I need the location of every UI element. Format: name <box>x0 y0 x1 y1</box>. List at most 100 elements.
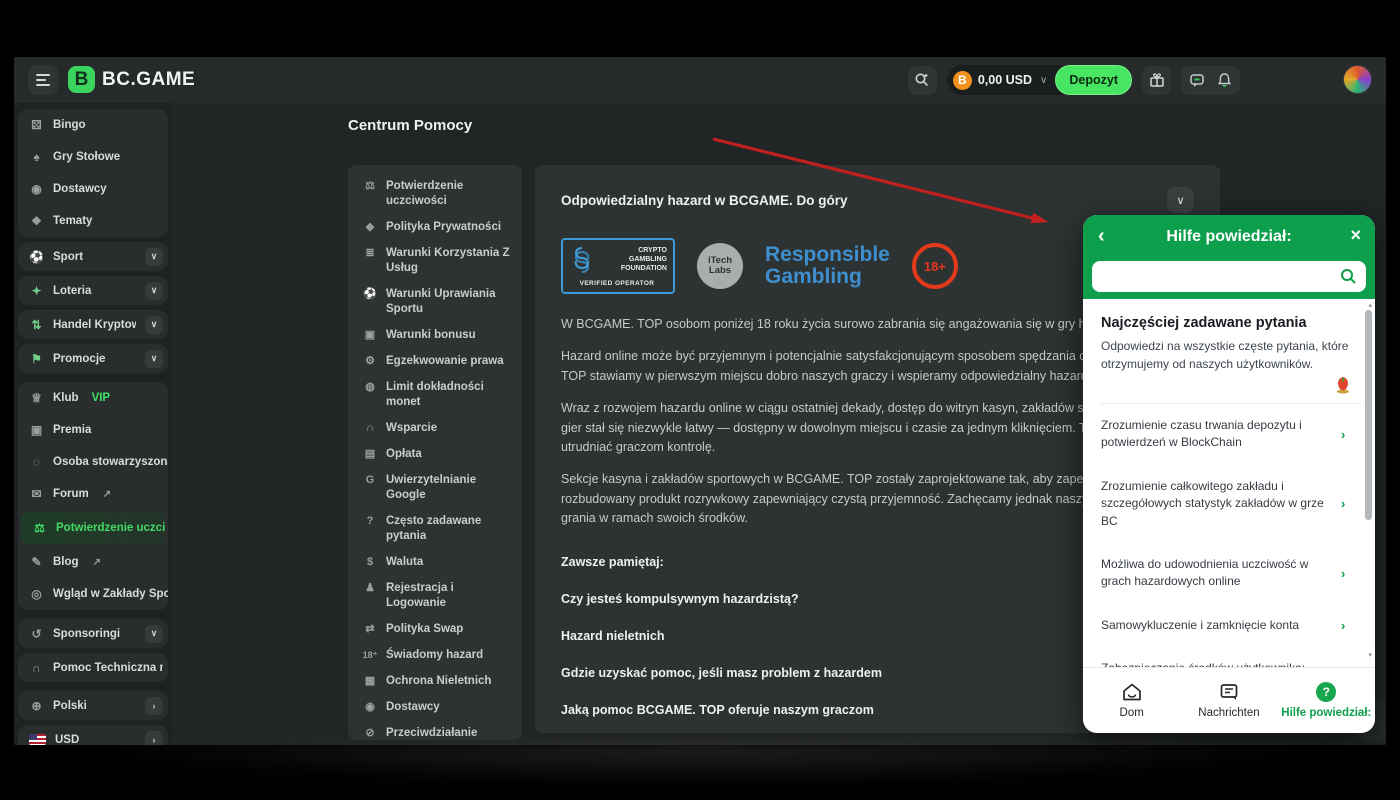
chat-search-bar <box>1092 261 1366 292</box>
coin-icon: ◍ <box>365 381 375 393</box>
faq-item[interactable]: Samowykluczenie i zamknięcie konta › <box>1101 604 1361 647</box>
deposit-button[interactable]: Depozyt <box>1055 65 1132 95</box>
sidebar-item-table-games[interactable]: ♠ Gry Stołowe <box>18 141 168 173</box>
bcgame-logo-icon: B <box>68 66 95 93</box>
sidebar-item-bingo[interactable]: ⚄ Bingo <box>18 109 168 141</box>
sidebar-item-lottery[interactable]: ✦ Loteria ∨ <box>18 276 168 305</box>
chevron-right-icon: › <box>1341 617 1346 633</box>
sidebar-item-providers[interactable]: ◉ Dostawcy <box>18 173 168 205</box>
sport-expand-chevron-icon[interactable]: ∨ <box>145 247 163 266</box>
help-topic-law-enforcement[interactable]: ⚙ Egzekwowanie prawa <box>362 354 512 369</box>
sidebar-item-live-support[interactable]: ∩Pomoc Techniczna na żywo <box>18 653 168 682</box>
chat-nav-home[interactable]: Dom <box>1083 668 1180 733</box>
help-topic-fees[interactable]: ▤ Opłata <box>362 447 512 462</box>
sponsorships-expand-chevron-icon[interactable]: ∨ <box>145 624 163 643</box>
help-topic-coin-precision[interactable]: ◍ Limit dokładności monet <box>362 380 512 410</box>
help-topic-terms-of-service[interactable]: ≣ Warunki Korzystania Z Usług <box>362 246 512 276</box>
headset-icon: ∩ <box>32 660 41 675</box>
dollar-icon: $ <box>366 556 374 568</box>
sidebar-item-sports-insight[interactable]: ◎Wgląd w Zakłady Sportowe <box>18 578 168 610</box>
providers-icon: ◉ <box>365 701 375 713</box>
chat-nav-messages[interactable]: Nachrichten <box>1180 668 1277 733</box>
sidebar-item-themes[interactable]: ❖ Tematy <box>18 205 168 237</box>
sidebar-item-affiliate[interactable]: ◌ Osoba stowarzyszona <box>18 446 168 478</box>
help-topic-faq[interactable]: ? Często zadawane pytania <box>362 514 512 544</box>
sidebar-item-provably-fair[interactable]: ⚖Potwierdzenie uczciwości <box>21 512 165 544</box>
18-plus-icon: 18⁺ <box>362 650 378 660</box>
cgf-line3: FOUNDATION <box>620 265 667 272</box>
sidebar-item-sport[interactable]: ⚽ Sport ∨ <box>18 242 168 271</box>
search-button[interactable] <box>907 65 937 95</box>
help-topic-providers[interactable]: ◉ Dostawcy <box>362 700 512 715</box>
faq-item[interactable]: Zabezpieczanie środków użytkownika: prze… <box>1101 647 1361 667</box>
help-topic-bonus-terms[interactable]: ▣ Warunki bonusu <box>362 328 512 343</box>
cgf-line1: CRYPTO <box>638 247 667 254</box>
lottery-expand-chevron-icon[interactable]: ∨ <box>145 281 163 300</box>
help-topic-swap-policy[interactable]: ⇄ Polityka Swap <box>362 622 512 637</box>
article-title: Odpowiedzialny hazard w BCGAME. Do góry <box>561 192 848 208</box>
sidebar-item-currency[interactable]: USD › <box>18 725 168 745</box>
sidebar-item-bonus[interactable]: ▣ Premia <box>18 414 168 446</box>
faq-item[interactable]: Zrozumienie czasu trwania depozytu i pot… <box>1101 404 1361 465</box>
home-icon <box>1122 683 1141 701</box>
table-games-icon: ♠ <box>33 150 40 164</box>
responsible-gambling-badge: Responsible Gambling <box>765 243 890 288</box>
hamburger-menu-button[interactable] <box>28 65 58 95</box>
balance-chevron-down-icon[interactable]: ∨ <box>1038 75 1049 86</box>
collapse-article-button[interactable]: ∨ <box>1167 187 1194 213</box>
help-topic-minor-protection[interactable]: ▦ Ochrona Nieletnich <box>362 674 512 689</box>
logo[interactable]: B BC.GAME <box>68 66 195 93</box>
sidebar-item-crypto-trading[interactable]: ⇅Handel Kryptowaluta∨ <box>18 310 168 339</box>
no-symbol-icon: ⊘ <box>365 727 375 739</box>
18-plus-badge: 18+ <box>911 243 958 289</box>
chat-scrollbar-thumb[interactable] <box>1365 310 1372 520</box>
sidebar-item-promotions[interactable]: ⚑ Promocje ∨ <box>18 344 168 373</box>
sidebar-item-blog[interactable]: ✎ Blog ↗ <box>18 546 168 578</box>
faq-item[interactable]: Zrozumienie całkowitego zakładu i szczeg… <box>1101 465 1361 543</box>
help-topic-aml[interactable]: ⊘Przeciwdziałanie Praniu Pieniędzy <box>362 726 512 740</box>
chat-nav-help[interactable]: ? Hilfe powiedział: <box>1278 668 1375 733</box>
chat-title: Hilfe powiedział: <box>1166 228 1292 245</box>
minors-protection-icon: ▦ <box>364 675 376 687</box>
sidebar-item-forum[interactable]: ✉ Forum ↗ <box>18 478 168 510</box>
language-chevron-right-icon[interactable]: › <box>145 696 163 715</box>
help-topic-registration-login[interactable]: ♟ Rejestracja i Logowanie <box>362 581 512 611</box>
sidebar-group-games: ⚄ Bingo ♠ Gry Stołowe ◉ Dostawcy ❖ Tematy <box>18 109 168 237</box>
help-topic-sports-terms[interactable]: ⚽ Warunki Uprawiania Sportu <box>362 287 512 317</box>
sidebar-item-language[interactable]: ⊕ Polski › <box>18 691 168 720</box>
swap-icon: ⇄ <box>365 623 375 635</box>
wallet-balance[interactable]: B 0,00 USD ∨ Depozyt <box>946 65 1132 95</box>
chat-body: Najczęściej zadawane pytania Odpowiedzi … <box>1083 299 1375 667</box>
promotions-expand-chevron-icon[interactable]: ∨ <box>145 349 163 368</box>
support-chat-widget: ‹ Hilfe powiedział: × Najczęściej zadawa… <box>1083 215 1375 733</box>
app-window: B BC.GAME B 0,00 USD ∨ Depozyt ⚄ Bingo ♠… <box>14 57 1386 745</box>
coins-icon: ▤ <box>364 448 376 460</box>
chat-icon[interactable] <box>1189 72 1205 88</box>
sidebar-item-sponsorships[interactable]: ↺ Sponsoringi ∨ <box>18 619 168 648</box>
chat-header: ‹ Hilfe powiedział: × <box>1083 215 1375 299</box>
help-topic-google-auth[interactable]: G Uwierzytelnianie Google <box>362 473 512 503</box>
external-link-icon: ↗ <box>102 488 112 500</box>
crypto-expand-chevron-icon[interactable]: ∨ <box>145 315 163 334</box>
help-topic-privacy-policy[interactable]: ◆ Polityka Prywatności <box>362 220 512 235</box>
scrollbar-down-icon[interactable]: ▾ <box>1368 651 1372 659</box>
help-topic-provably-fair[interactable]: ⚖ Potwierdzenie uczciwości <box>362 179 512 209</box>
search-icon[interactable] <box>1340 268 1357 285</box>
balance-amount: 0,00 USD <box>977 73 1033 87</box>
sidebar: ⚄ Bingo ♠ Gry Stołowe ◉ Dostawcy ❖ Tematy ⚽ S… <box>14 103 172 745</box>
help-topic-support[interactable]: ∩ Wsparcie <box>362 421 512 436</box>
chat-search-input[interactable] <box>1102 261 1332 292</box>
question-icon: ? <box>366 515 374 527</box>
screen-shadow <box>40 743 1360 789</box>
faq-item[interactable]: Możliwa do udowodnienia uczciwość w grac… <box>1101 543 1361 604</box>
question-circle-icon: ? <box>1316 682 1337 702</box>
help-topic-aware-gambling[interactable]: 18⁺ Świadomy hazard <box>362 648 512 663</box>
rewards-button[interactable] <box>1142 65 1171 95</box>
top-bar: B BC.GAME B 0,00 USD ∨ Depozyt <box>14 57 1386 103</box>
sidebar-item-vip-club[interactable]: ♕ Klub VIP <box>18 382 168 414</box>
help-topic-currency[interactable]: $ Waluta <box>362 555 512 570</box>
bell-icon[interactable] <box>1217 72 1232 88</box>
scrollbar-up-icon[interactable]: ▴ <box>1368 301 1372 309</box>
close-icon[interactable]: × <box>1350 225 1361 246</box>
avatar[interactable] <box>1343 65 1372 94</box>
